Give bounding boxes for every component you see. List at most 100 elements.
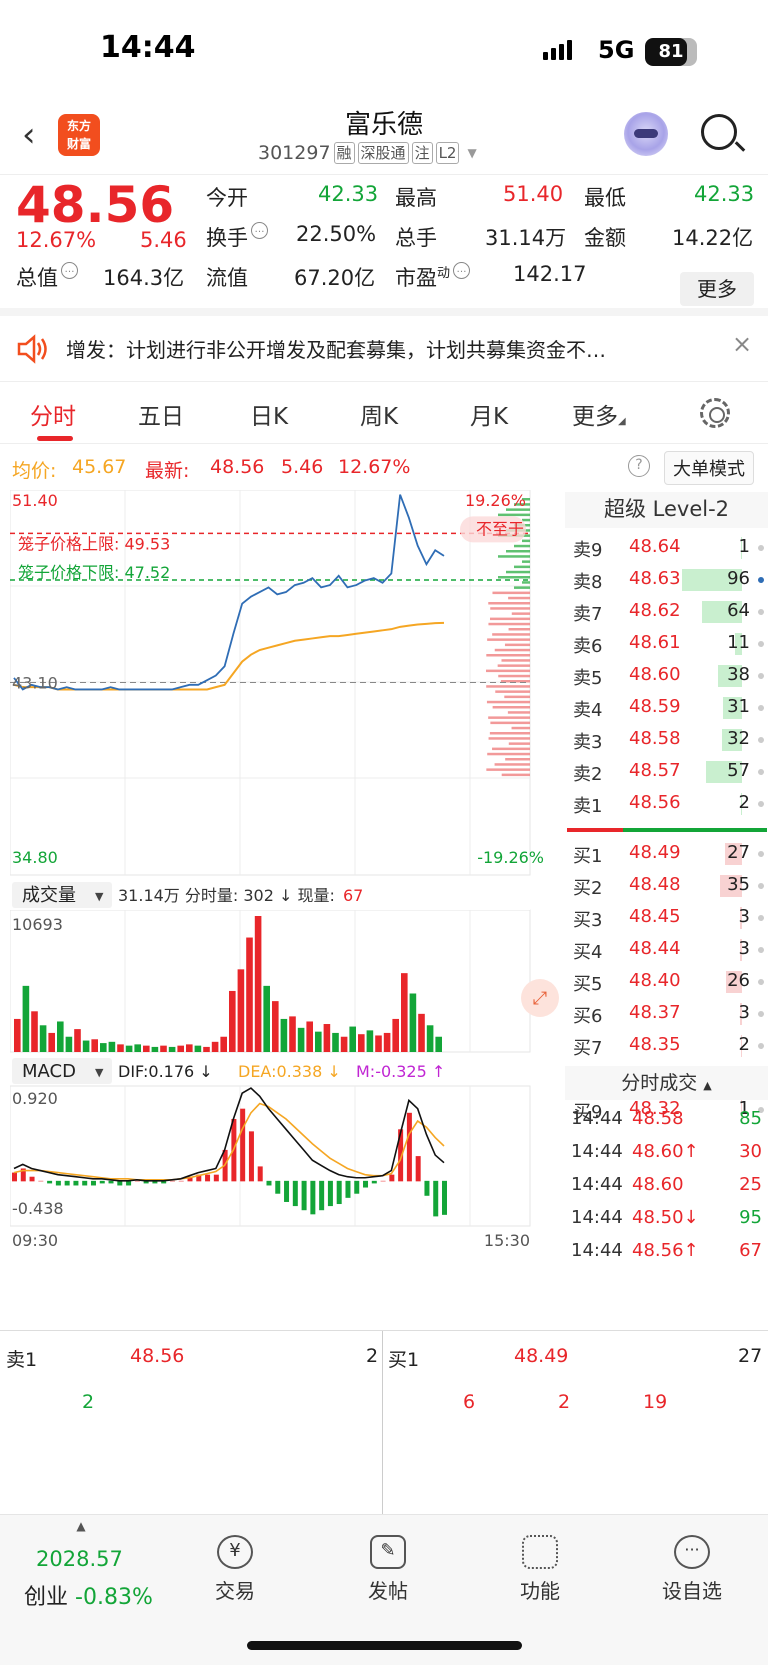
open-label: 今开: [206, 186, 248, 210]
pe-value: 142.17: [513, 262, 587, 286]
level2-title[interactable]: 超级 Level-2: [565, 492, 768, 528]
level-volume: 3: [738, 906, 750, 927]
nav-trade[interactable]: ¥ 交易: [185, 1535, 285, 1604]
tab-daily-k[interactable]: 日K: [250, 397, 288, 431]
level-price: 48.58: [629, 728, 681, 749]
price-level-bar: [504, 643, 530, 647]
volume-bar: [91, 1039, 98, 1052]
trade-row: 14:44 48.60 25: [565, 1170, 768, 1202]
buy-level-row[interactable]: 买3 48.45 3: [565, 902, 768, 934]
sell-level-row[interactable]: 卖7 48.62 64: [565, 596, 768, 628]
macd-bar: [55, 1180, 61, 1186]
sell-level-row[interactable]: 卖5 48.60 38: [565, 660, 768, 692]
latest-change: 5.46: [281, 456, 324, 478]
buy-level-row[interactable]: 买2 48.48 35: [565, 870, 768, 902]
trades-title[interactable]: 分时成交 ▲: [565, 1066, 768, 1100]
price-level-bar: [501, 659, 530, 662]
last-price: 48.56: [16, 176, 175, 234]
sell-level-row[interactable]: 卖3 48.58 32: [565, 724, 768, 756]
tab-intraday[interactable]: 分时: [30, 397, 76, 431]
y-axis-bottom-label: 34.80: [12, 848, 58, 867]
volume-bar: [31, 1011, 38, 1052]
tab-five-day[interactable]: 五日: [138, 397, 184, 431]
tab-more[interactable]: 更多◢: [572, 397, 626, 431]
price-level-bar: [487, 752, 530, 756]
tab-monthly-k[interactable]: 月K: [470, 397, 508, 431]
sell-level-row[interactable]: 卖2 48.57 57: [565, 756, 768, 788]
help-icon[interactable]: ?: [628, 455, 650, 477]
ai-assistant-icon[interactable]: [624, 112, 668, 156]
volume-bar: [220, 1036, 227, 1052]
trade-row: 14:44 48.58 85: [565, 1104, 768, 1136]
macd-bar: [38, 1180, 44, 1182]
level-dot: [758, 947, 764, 953]
tab-weekly-k[interactable]: 周K: [360, 397, 398, 431]
price-level-bar: [486, 768, 530, 771]
buy-level-row[interactable]: 买6 48.37 3: [565, 998, 768, 1030]
stock-code-line[interactable]: 301297 融 深股通 注 L2 ▼: [258, 142, 477, 164]
price-level-bar: [488, 602, 530, 605]
sell-level-row[interactable]: 卖4 48.59 31: [565, 692, 768, 724]
trade-time: 14:44: [571, 1141, 623, 1162]
info-icon[interactable]: …: [453, 262, 471, 279]
volume-bar: [401, 973, 408, 1052]
expand-icon: ⤢: [533, 988, 548, 1009]
nav-functions[interactable]: 功能: [490, 1535, 590, 1604]
nav-post[interactable]: ✎ 发帖: [338, 1535, 438, 1604]
gear-icon[interactable]: [700, 398, 730, 428]
sell-level-row[interactable]: 卖8 48.63 96: [565, 564, 768, 596]
signal-icon: [543, 40, 575, 60]
sell-level-row[interactable]: 卖9 48.64 1: [565, 532, 768, 564]
macd-bar: [275, 1180, 281, 1194]
info-icon[interactable]: …: [251, 222, 268, 239]
macd-bar: [319, 1180, 325, 1211]
volume-bar: [65, 1036, 73, 1052]
price-level-bar: [507, 711, 530, 714]
volume-bar: [272, 1001, 279, 1052]
macd-bar: [354, 1180, 360, 1194]
volume-bar: [323, 1024, 331, 1052]
level-price: 48.40: [629, 970, 681, 991]
price-level-bar: [498, 674, 530, 678]
chevron-up-icon[interactable]: ▲: [6, 1519, 156, 1533]
search-icon[interactable]: [701, 114, 737, 150]
volume-bar: [117, 1044, 124, 1052]
battery-icon: 81: [645, 38, 697, 66]
big-order-mode-button[interactable]: 大单模式: [664, 451, 754, 485]
macd-bar: [266, 1180, 272, 1186]
buy-level-row[interactable]: 买7 48.35 2: [565, 1030, 768, 1062]
sell-level-row[interactable]: 卖6 48.61 11: [565, 628, 768, 660]
notice-bar[interactable]: 增发：计划进行非公开增发及配套募集，计划共募集资金不… ×: [0, 316, 768, 382]
index-value[interactable]: 2028.57: [36, 1547, 123, 1571]
level-label: 卖1: [573, 796, 603, 817]
level-price: 48.57: [629, 760, 681, 781]
macd-bar: [240, 1108, 246, 1182]
volume-bar: [151, 1046, 159, 1052]
level-price: 48.62: [629, 600, 681, 621]
info-icon[interactable]: …: [61, 262, 78, 279]
queue-sell1-price: 48.56: [130, 1345, 185, 1367]
macd-bar: [47, 1180, 53, 1184]
level-dot: [758, 801, 764, 807]
macd-bar: [73, 1180, 79, 1186]
level-label: 买3: [573, 910, 603, 931]
book-ratio-bar: [567, 828, 767, 832]
index-name[interactable]: 创业 -0.83%: [24, 1579, 153, 1611]
price-level-bar: [522, 581, 530, 584]
more-button[interactable]: 更多: [680, 272, 754, 306]
macd-bar: [134, 1180, 140, 1182]
close-icon[interactable]: ×: [732, 330, 752, 358]
intraday-chart[interactable]: 51.40 43.10 34.80 19.26% -19.26% 笼子价格上限: 49.5…: [10, 490, 563, 1320]
macd-bar: [169, 1180, 175, 1182]
macd-bar: [415, 1156, 421, 1182]
buy-level-row[interactable]: 买5 48.40 26: [565, 966, 768, 998]
latest-label: 最新:: [145, 460, 190, 482]
volume-bar: [289, 1016, 296, 1052]
sell-level-row[interactable]: 卖1 48.56 2: [565, 788, 768, 820]
macd-bar: [178, 1180, 184, 1182]
buy-level-row[interactable]: 买1 48.49 27: [565, 838, 768, 870]
macd-bar: [108, 1180, 114, 1184]
nav-add-watchlist[interactable]: ··· 设自选: [642, 1535, 742, 1604]
buy-level-row[interactable]: 买4 48.44 3: [565, 934, 768, 966]
speaker-icon: [17, 334, 47, 364]
